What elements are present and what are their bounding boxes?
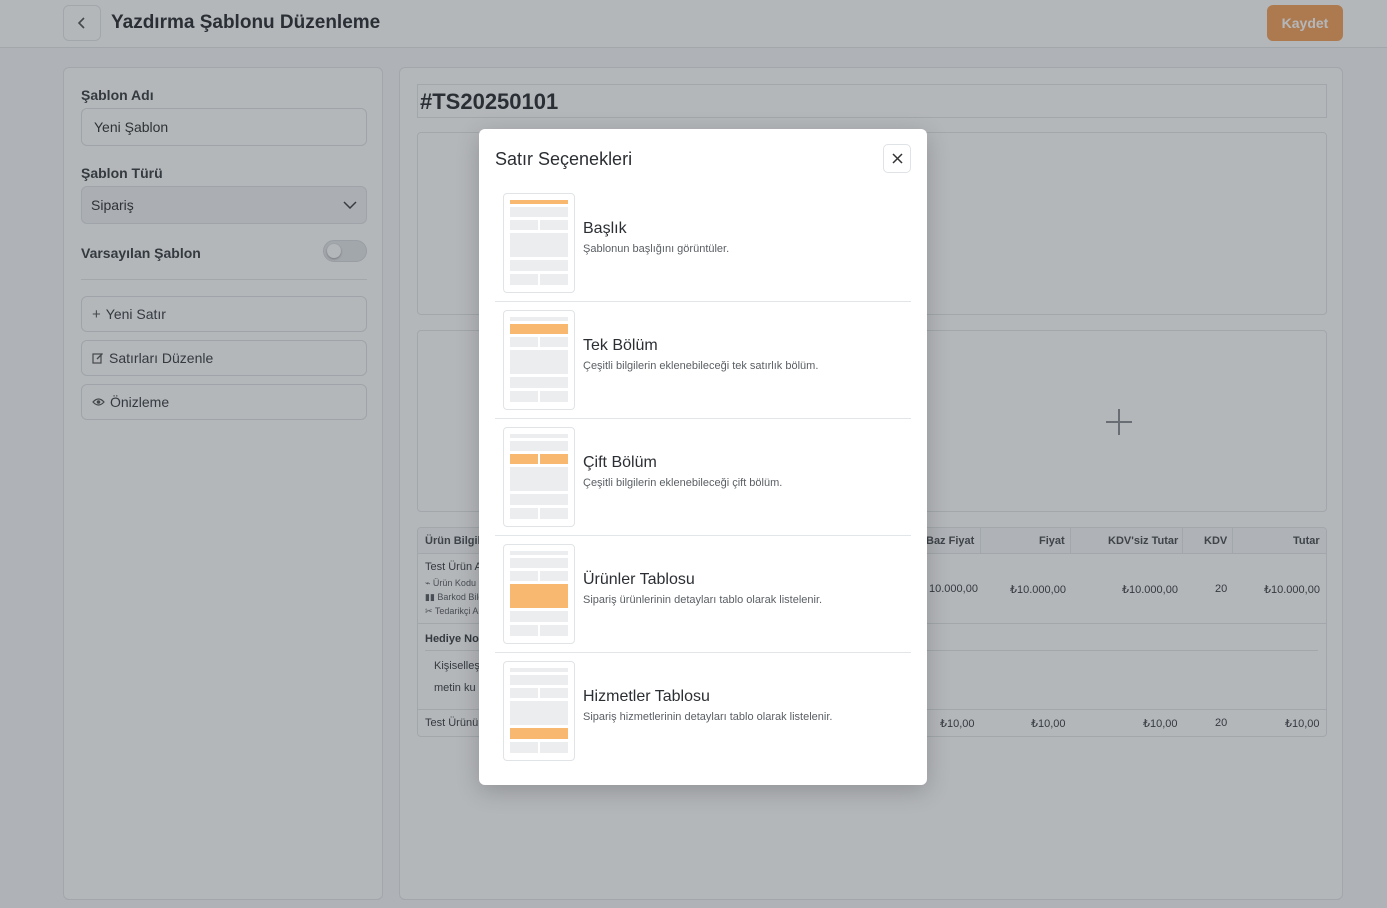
option-description: Şablonun başlığını görüntüler. bbox=[583, 243, 730, 255]
option-title: Başlık bbox=[583, 220, 627, 237]
single-section-layout-icon bbox=[503, 310, 575, 410]
option-title: Hizmetler Tablosu bbox=[583, 688, 710, 705]
option-title: Ürünler Tablosu bbox=[583, 571, 695, 588]
option-title: Çift Bölüm bbox=[583, 454, 657, 471]
option-description: Sipariş hizmetlerinin detayları tablo ol… bbox=[583, 711, 833, 723]
row-options-modal: Satır Seçenekleri Başlık Şablonun başlığ… bbox=[479, 129, 927, 785]
option-double-section[interactable]: Çift Bölüm Çeşitli bilgilerin eklenebile… bbox=[495, 419, 911, 536]
close-button[interactable] bbox=[883, 144, 911, 173]
double-section-layout-icon bbox=[503, 427, 575, 527]
option-single-section[interactable]: Tek Bölüm Çeşitli bilgilerin eklenebilec… bbox=[495, 302, 911, 419]
services-table-layout-icon bbox=[503, 661, 575, 761]
products-table-layout-icon bbox=[503, 544, 575, 644]
close-icon bbox=[891, 153, 903, 164]
option-services-table[interactable]: Hizmetler Tablosu Sipariş hizmetlerinin … bbox=[495, 653, 911, 770]
option-products-table[interactable]: Ürünler Tablosu Sipariş ürünlerinin deta… bbox=[495, 536, 911, 653]
option-description: Sipariş ürünlerinin detayları tablo olar… bbox=[583, 594, 823, 606]
option-title: Tek Bölüm bbox=[583, 337, 658, 354]
option-description: Çeşitli bilgilerin eklenebileceği çift b… bbox=[583, 477, 783, 489]
header-layout-icon bbox=[503, 193, 575, 293]
modal-title: Satır Seçenekleri bbox=[495, 149, 633, 169]
option-header[interactable]: Başlık Şablonun başlığını görüntüler. bbox=[495, 185, 911, 302]
option-description: Çeşitli bilgilerin eklenebileceği tek sa… bbox=[583, 360, 819, 372]
